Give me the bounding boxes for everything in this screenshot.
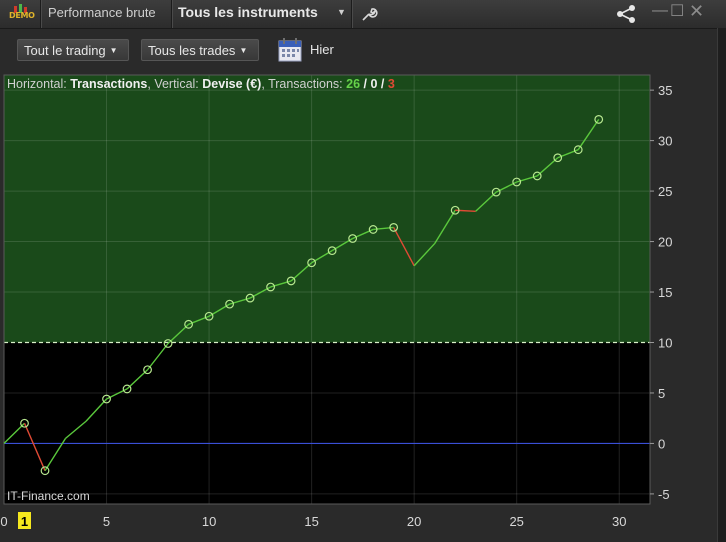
y-tick-label: 30	[658, 134, 672, 149]
calendar-icon[interactable]	[277, 37, 303, 63]
chevron-down-icon: ▼	[109, 46, 118, 55]
instrument-selector[interactable]: Tous les instruments	[178, 4, 318, 20]
performance-chart: 35 30 25 20 15 10 5 0 -5 0 5 10 15 20 25 30 1 Horizontal:…	[0, 71, 726, 542]
demo-badge-label: DEMO	[9, 11, 35, 20]
y-tick-label: 25	[658, 184, 672, 199]
chart-header: Horizontal: Transactions, Vertical: Devi…	[7, 77, 395, 91]
vertical-axis-value: Devise (€)	[202, 77, 262, 91]
wins-count: 26	[346, 77, 361, 91]
y-tick-label: -5	[658, 487, 670, 502]
x-tick-label: 25	[509, 514, 523, 529]
y-tick-label: 0	[658, 436, 665, 451]
count-separator: /	[363, 77, 367, 91]
count-separator: /	[380, 77, 385, 91]
y-tick-label: 20	[658, 235, 672, 250]
loss-zone	[4, 342, 650, 504]
tab-performance-brute[interactable]: Performance brute	[48, 5, 156, 20]
trading-filter-dropdown[interactable]: Tout le trading ▼	[17, 39, 129, 61]
horizontal-axis-label: Horizontal:	[7, 77, 67, 91]
date-range-label[interactable]: Hier	[310, 42, 334, 57]
trading-filter-label: Tout le trading	[24, 43, 106, 58]
profit-zone	[4, 75, 650, 343]
losses-count: 3	[387, 77, 395, 91]
title-bar: DEMO Performance brute Tous les instrume…	[0, 0, 726, 29]
x-tick-label: 5	[103, 514, 110, 529]
title-separator	[351, 0, 352, 28]
share-icon[interactable]	[616, 4, 638, 29]
x-tick-label: 20	[407, 514, 421, 529]
watermark: IT-Finance.com	[7, 489, 90, 503]
neutral-count: 0	[370, 77, 378, 91]
filter-toolbar: Tout le trading ▼ Tous les trades ▼ Hier	[0, 29, 726, 71]
x-tick-label: 10	[202, 514, 216, 529]
minimize-icon[interactable]: —	[652, 2, 668, 20]
chart-canvas: 35302520151050-50 5 10 15 20 25 301	[0, 74, 672, 529]
wrench-icon[interactable]	[360, 5, 378, 23]
transactions-label: Transactions:	[268, 77, 343, 91]
performance-window: DEMO Performance brute Tous les instrume…	[0, 0, 726, 542]
right-panel-edge	[717, 28, 726, 542]
x-tick-label: 30	[612, 514, 626, 529]
title-separator	[40, 0, 41, 28]
y-tick-label: 35	[658, 83, 672, 98]
y-tick-label: 5	[658, 386, 665, 401]
maximize-icon[interactable]: ☐	[670, 1, 684, 21]
x-tick-label-highlighted: 1	[21, 514, 28, 529]
y-tick-label: 15	[658, 285, 672, 300]
title-separator	[171, 0, 172, 28]
x-tick-label: 15	[304, 514, 318, 529]
trades-filter-label: Tous les trades	[148, 43, 236, 58]
y-tick-label: 10	[658, 335, 672, 350]
x-tick-label: 0	[0, 514, 7, 529]
chevron-down-icon[interactable]: ▼	[337, 7, 346, 17]
horizontal-axis-value: Transactions	[70, 77, 148, 91]
close-icon[interactable]: ✕	[689, 1, 704, 22]
chevron-down-icon: ▼	[239, 46, 248, 55]
trades-filter-dropdown[interactable]: Tous les trades ▼	[141, 39, 259, 61]
vertical-axis-label: Vertical:	[154, 77, 199, 91]
